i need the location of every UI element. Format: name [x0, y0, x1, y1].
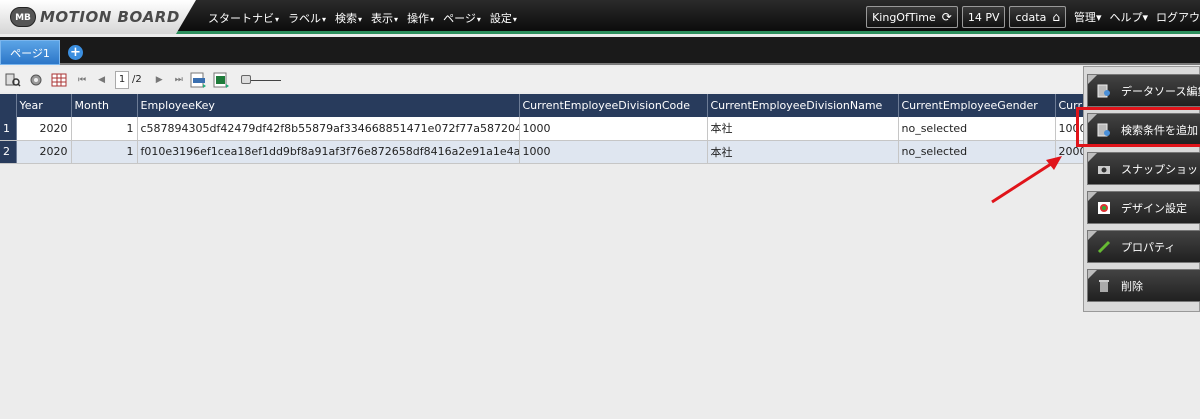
board-selector-button[interactable]: KingOfTime ⟳	[866, 6, 958, 28]
cell-year: 2020	[16, 117, 72, 141]
column-header[interactable]: CurrentEmployeeDivisionName	[707, 94, 899, 117]
next-page-icon[interactable]: ▶	[156, 75, 163, 85]
cell-division-name: 本社	[707, 117, 899, 141]
menu-page[interactable]: ページ▾	[443, 10, 481, 26]
menu-logout[interactable]: ログアウ	[1156, 9, 1200, 25]
menu-label[interactable]: ラベル▾	[288, 10, 326, 26]
column-header[interactable]: Year	[16, 94, 72, 117]
data-table: Year Month EmployeeKey CurrentEmployeeDi…	[0, 94, 1086, 164]
annotation-arrow	[991, 156, 1062, 204]
prev-page-icon[interactable]: ◀	[98, 75, 105, 85]
menu-admin[interactable]: 管理▾	[1074, 9, 1102, 25]
cell-year: 2020	[16, 140, 72, 164]
column-header[interactable]: Month	[71, 94, 138, 117]
trash-icon	[1097, 279, 1111, 293]
snapshot-button[interactable]: スナップショット	[1087, 152, 1200, 185]
zoom-slider[interactable]	[240, 74, 285, 86]
table-toolbar: ⏮ ◀ 1 /2 ▶ ⏭	[0, 67, 1085, 92]
zoom-slider-handle[interactable]	[240, 74, 251, 84]
properties-button[interactable]: プロパティ	[1087, 230, 1200, 263]
right-menu: KingOfTime ⟳ 14 PV cdata ⌂ 管理▾ ヘルプ▾ ログアウ	[866, 6, 1200, 28]
cell-gender: no_selected	[898, 117, 1056, 141]
page-number-input[interactable]: 1	[115, 70, 130, 89]
first-page-icon[interactable]: ⏮	[78, 75, 86, 85]
row-number: 2	[0, 140, 17, 164]
pen-icon	[1097, 240, 1111, 254]
logo: MB MOTION BOARD	[0, 0, 196, 34]
menu-help[interactable]: ヘルプ▾	[1109, 9, 1148, 25]
column-header[interactable]: CurrentEmployeeGender	[898, 94, 1056, 117]
row-number-header	[0, 94, 17, 117]
menu-operation[interactable]: 操作▾	[407, 10, 434, 26]
table-row[interactable]: 2 2020 1 f010e3196ef1cea18ef1dd9bf8a91af…	[0, 140, 1086, 164]
tab-page1[interactable]: ページ1	[0, 40, 60, 65]
motionboard-window: MB MOTION BOARD スタートナビ▾ ラベル▾ 検索▾ 表示▾ 操作▾…	[0, 0, 1200, 419]
last-page-icon[interactable]: ⏭	[175, 75, 183, 85]
datasource-icon	[1097, 84, 1111, 98]
refresh-icon: ⟳	[941, 10, 952, 24]
cell-division-code: 1000	[519, 140, 708, 164]
edit-datasource-button[interactable]: データソース編集	[1087, 74, 1200, 107]
camera-icon	[1097, 162, 1111, 176]
cell-employee-key: f010e3196ef1cea18ef1dd9bf8a91af3f76e8726…	[137, 140, 520, 164]
main-menu: スタートナビ▾ ラベル▾ 検索▾ 表示▾ 操作▾ ページ▾ 設定▾	[208, 10, 517, 26]
menu-search[interactable]: 検索▾	[335, 10, 362, 26]
column-header[interactable]: EmployeeKey	[137, 94, 520, 117]
menu-settings[interactable]: 設定▾	[490, 10, 517, 26]
table-header-row: Year Month EmployeeKey CurrentEmployeeDi…	[0, 94, 1086, 117]
page-total: /2	[132, 74, 142, 85]
design-settings-button[interactable]: デザイン設定	[1087, 191, 1200, 224]
menu-start-navi[interactable]: スタートナビ▾	[208, 10, 279, 26]
cell-division-name: 本社	[707, 140, 899, 164]
excel-export-icon[interactable]	[212, 71, 232, 89]
menu-view[interactable]: 表示▾	[371, 10, 398, 26]
logo-badge: MB	[10, 7, 36, 27]
item-menu-panel: データソース編集 検索条件を追加 スナップショット デザイン設定 プロパティ 削…	[1083, 66, 1200, 312]
cell-employee-key: c587894305df42479df42f8b55879af334668851…	[137, 117, 520, 141]
user-home-button[interactable]: cdata ⌂	[1009, 6, 1066, 28]
page-tab-bar: ページ1 +	[0, 37, 1200, 65]
column-header[interactable]: CurrentEmployeeDivisionCode	[519, 94, 708, 117]
cell-division-code: 1000	[519, 117, 708, 141]
csv-export-icon[interactable]	[189, 71, 209, 89]
add-page-icon[interactable]: +	[68, 45, 83, 60]
gear-icon[interactable]	[26, 71, 46, 89]
design-icon	[1097, 201, 1111, 215]
cell-month: 1	[71, 140, 138, 164]
logo-text: MOTION BOARD	[40, 8, 180, 26]
query-icon[interactable]	[3, 71, 23, 89]
grid-icon[interactable]	[49, 71, 69, 89]
delete-button[interactable]: 削除	[1087, 269, 1200, 302]
table-row[interactable]: 1 2020 1 c587894305df42479df42f8b55879af…	[0, 117, 1086, 141]
highlight-box	[1076, 107, 1200, 147]
home-icon: ⌂	[1052, 10, 1060, 24]
row-number: 1	[0, 117, 17, 141]
cell-month: 1	[71, 117, 138, 141]
top-bar: MB MOTION BOARD スタートナビ▾ ラベル▾ 検索▾ 表示▾ 操作▾…	[0, 0, 1200, 34]
pv-counter: 14 PV	[961, 6, 1006, 28]
